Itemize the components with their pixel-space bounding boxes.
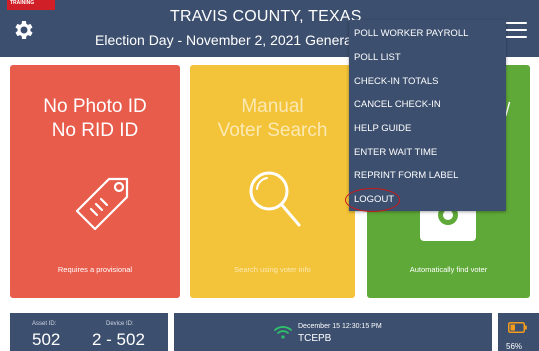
device-id-label: Device ID: <box>106 321 134 327</box>
logout-highlight-ring <box>345 188 400 212</box>
connection-panel: December 15 12:30:15 PM TCEPB <box>174 313 492 351</box>
menu-item-reprint-form-label[interactable]: REPRINT FORM LABEL <box>354 170 458 181</box>
tile-title: No Photo ID No RID ID <box>43 96 147 141</box>
battery-percent: 56% <box>506 342 523 351</box>
no-photo-id-tile[interactable]: No Photo ID No RID ID Requires a provisi… <box>10 65 180 298</box>
wifi-icon <box>274 326 292 339</box>
date-time: December 15 12:30:15 PM <box>298 323 382 330</box>
tile-caption: Search using voter info <box>234 265 311 274</box>
device-id-value: 2 - 502 <box>92 330 145 349</box>
training-badge: TRAINING <box>7 0 55 10</box>
device-code: TCEPB <box>298 333 332 344</box>
tile-title: Manual Voter Search <box>217 96 328 141</box>
asset-id-label: Asset ID: <box>32 321 57 327</box>
tag-icon <box>75 177 129 231</box>
menu-item-poll-worker-payroll[interactable]: POLL WORKER PAYROLL <box>354 28 468 39</box>
manual-voter-search-tile[interactable]: Manual Voter Search Search using voter i… <box>190 65 355 298</box>
dropdown-menu: POLL WORKER PAYROLL POLL LIST CHECK-IN T… <box>349 20 506 211</box>
asset-id-value: 502 <box>32 330 61 349</box>
hamburger-menu-icon[interactable] <box>505 22 527 38</box>
menu-item-enter-wait-time[interactable]: ENTER WAIT TIME <box>354 147 437 158</box>
battery-panel: 56% <box>498 313 539 351</box>
magnifier-icon <box>249 171 301 227</box>
menu-item-cancel-check-in[interactable]: CANCEL CHECK-IN <box>354 99 441 110</box>
status-footer: Asset ID: 502 Device ID: 2 - 502 Decembe… <box>0 307 539 351</box>
app-screen: TRAINING TRAVIS COUNTY, TEXAS Election D… <box>0 0 539 351</box>
menu-item-poll-list[interactable]: POLL LIST <box>354 52 401 63</box>
menu-item-check-in-totals[interactable]: CHECK-IN TOTALS <box>354 76 438 87</box>
gear-icon[interactable] <box>11 18 35 42</box>
tile-caption: Requires a provisional <box>57 265 133 274</box>
menu-item-help-guide[interactable]: HELP GUIDE <box>354 123 411 134</box>
battery-icon <box>508 322 527 333</box>
tile-caption: Automatically find voter <box>409 265 488 274</box>
asset-device-panel: Asset ID: 502 Device ID: 2 - 502 <box>10 313 168 351</box>
